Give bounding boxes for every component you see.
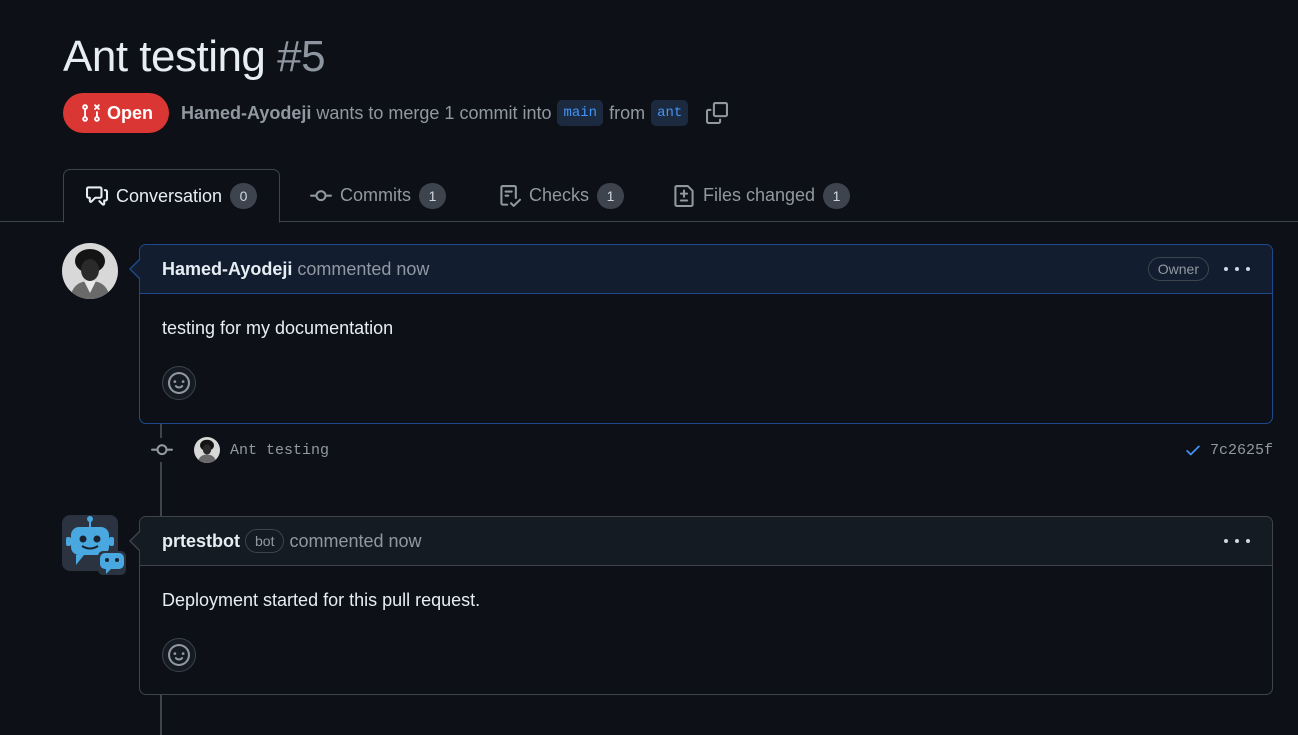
tab-conversation-count: 0 [230,183,258,209]
tab-commits-count: 1 [419,182,446,209]
copy-branch-button[interactable] [706,102,729,124]
owner-label: Owner [1147,257,1209,281]
pr-title: Ant testing #5 [63,32,326,82]
pr-number: #5 [277,32,326,81]
timeline-commit: Ant testing 7c2625f [150,435,1273,465]
comment-author-link[interactable]: prtestbot [162,531,240,552]
avatar[interactable] [62,243,118,299]
comment-pointer-fill [131,260,140,278]
tab-commits[interactable]: Commits 1 [288,169,468,222]
pr-meta: Open Hamed-Ayodeji wants to merge 1 comm… [63,93,729,133]
comment-timestamp[interactable]: commented now [297,259,429,280]
add-reaction-button[interactable] [162,366,196,400]
smiley-icon [168,372,190,394]
timeline-line [160,695,162,735]
file-diff-icon [674,184,694,207]
comment-header: prtestbot bot commented now [140,517,1272,566]
git-pull-request-closed-icon [82,104,100,122]
pr-author-link[interactable]: Hamed-Ayodeji [181,103,311,124]
smiley-icon [168,644,190,666]
tab-files-changed[interactable]: Files changed 1 [651,169,872,222]
pr-title-text: Ant testing [63,32,266,81]
comment-body: Deployment started for this pull request… [162,590,481,610]
base-branch[interactable]: main [557,100,604,126]
commit-sha: 7c2625f [1184,441,1273,459]
tab-checks-count: 1 [597,182,625,209]
pr-tabs: Conversation 0 Commits 1 Checks 1 Files … [0,169,1298,223]
comment-owner: Hamed-Ayodeji commented now Owner testin… [139,244,1273,424]
bot-label: bot [245,529,285,553]
git-commit-icon [150,438,174,462]
bot-avatar[interactable] [62,515,126,577]
tab-commits-label: Commits [340,185,411,205]
tab-conversation[interactable]: Conversation 0 [63,169,281,223]
comment-options-button[interactable] [1224,531,1250,551]
merge-text: wants to merge 1 commit into [316,102,552,123]
user-avatar-image [62,243,118,299]
git-commit-icon [310,189,332,201]
comment-author-link[interactable]: Hamed-Ayodeji [162,259,292,280]
comment-bot: prtestbot bot commented now Deployment s… [139,516,1273,695]
copy-icon [706,102,729,124]
commit-message-link[interactable]: Ant testing [230,442,329,459]
comment-options-button[interactable] [1224,259,1250,279]
check-icon[interactable] [1184,441,1202,459]
comment-timestamp[interactable]: commented now [289,531,421,552]
tab-checks[interactable]: Checks 1 [477,169,646,222]
comment-body: testing for my documentation [162,318,394,338]
state-badge: Open [63,93,170,133]
tab-files-changed-label: Files changed [703,185,816,205]
avatar[interactable] [194,437,220,463]
commit-sha-link[interactable]: 7c2625f [1210,442,1273,459]
head-branch[interactable]: ant [651,100,689,126]
from-text: from [609,102,646,123]
comment-discussion-icon [86,186,108,206]
state-label: Open [107,102,154,123]
tab-files-changed-count: 1 [823,182,851,209]
checklist-icon [500,184,521,207]
user-avatar-image [194,437,220,463]
add-reaction-button[interactable] [162,638,196,672]
tab-checks-label: Checks [529,185,590,205]
tab-conversation-label: Conversation [116,185,223,206]
comment-header: Hamed-Ayodeji commented now Owner [140,245,1272,294]
comment-pointer-fill [131,532,140,550]
bot-avatar-image [62,515,126,575]
